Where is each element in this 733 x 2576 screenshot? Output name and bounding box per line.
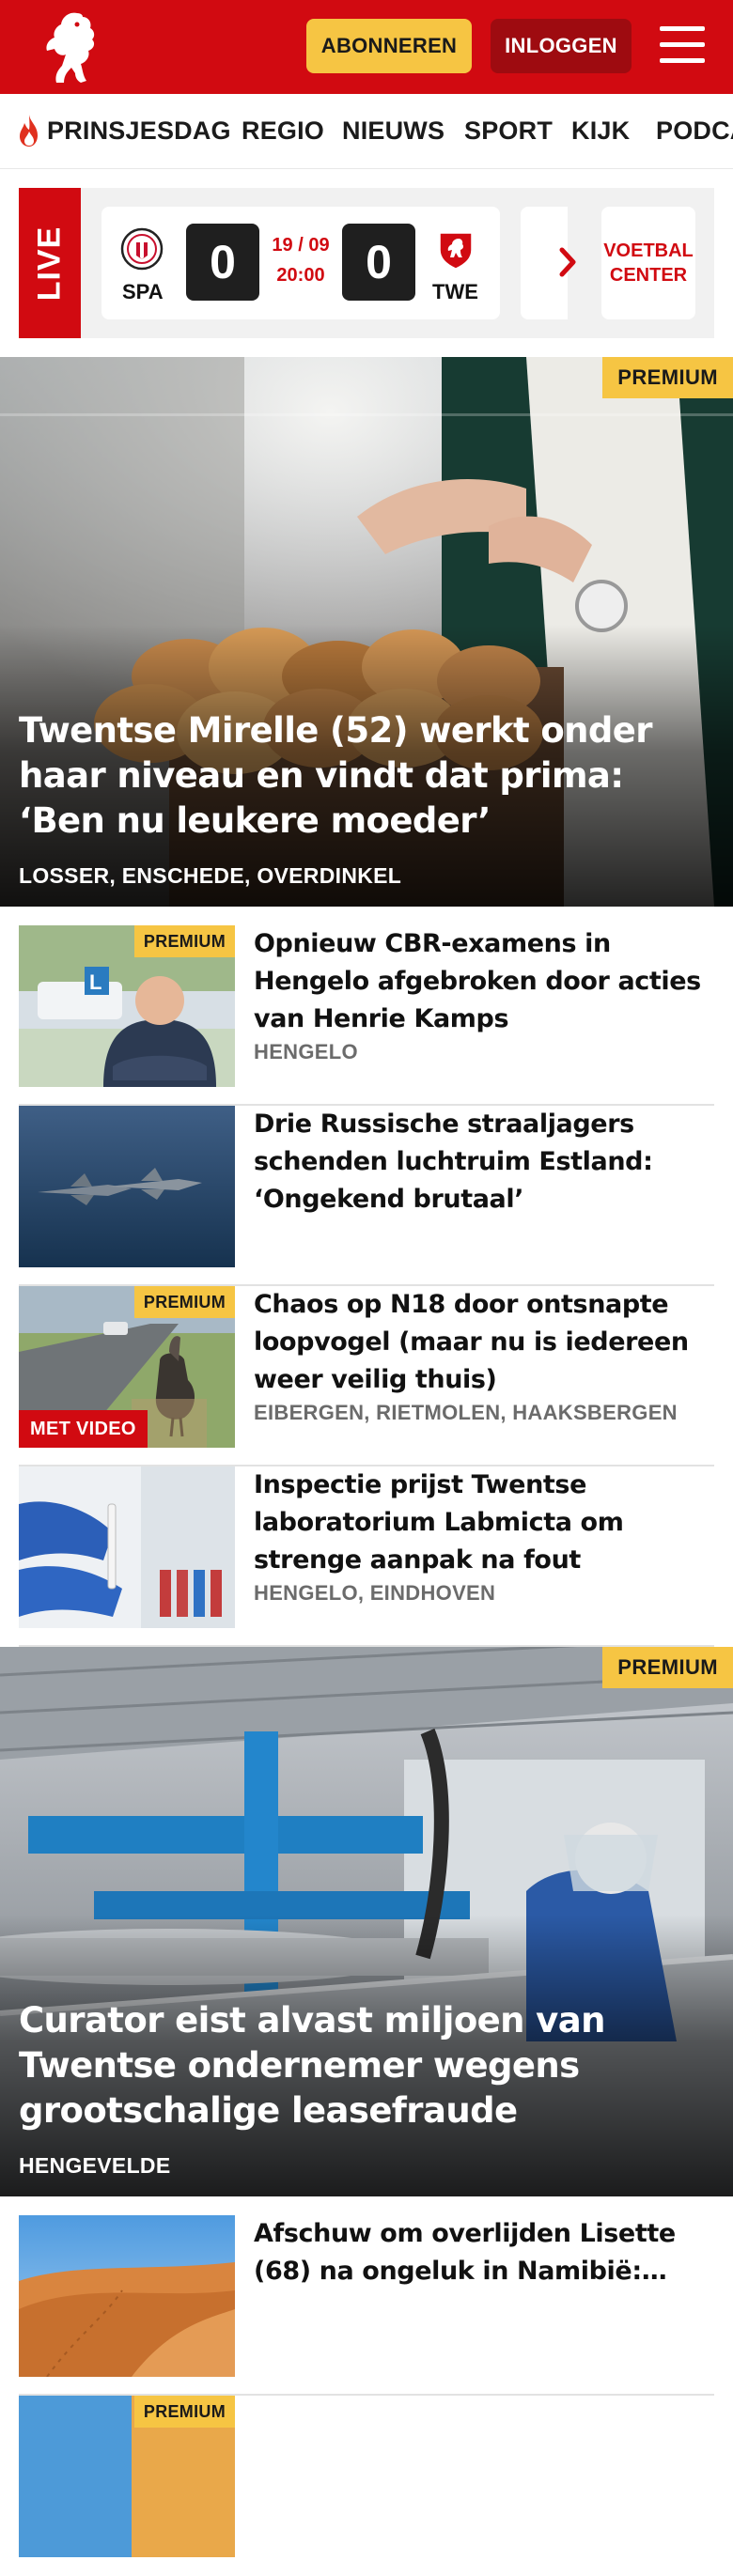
article-thumbnail: PREMIUM (19, 2396, 235, 2557)
nav-item-regio[interactable]: REGIO (242, 116, 324, 146)
voetbal-center-button[interactable]: VOETBAL CENTER (601, 207, 695, 319)
away-score: 0 (342, 224, 415, 301)
article-thumbnail: PREMIUM MET VIDEO (19, 1286, 235, 1448)
list-item[interactable]: Afschuw om overlijden Lisette (68) na on… (19, 2215, 714, 2396)
nav-item-kijk[interactable]: KIJK (571, 116, 630, 146)
match-time: 20:00 (276, 265, 325, 286)
top-bar: ABONNEREN INLOGGEN (0, 0, 733, 94)
nav-item-podcasts[interactable]: PODCASTS (656, 116, 733, 146)
premium-badge: PREMIUM (602, 1647, 733, 1688)
chevron-right-icon[interactable] (558, 246, 577, 278)
away-team-code: TWE (432, 280, 478, 303)
fc-twente-club-logo-icon (439, 232, 473, 270)
login-button[interactable]: INLOGGEN (491, 19, 632, 73)
tubantia-horse-logo-icon[interactable] (36, 8, 101, 86)
section-nav: PRINSJESDAG REGIO NIEUWS SPORT KIJK PODC… (0, 94, 733, 169)
article-location: EIBERGEN, RIETMOLEN, HAAKSBERGEN (254, 1401, 678, 1424)
sparta-club-logo-icon (120, 227, 164, 271)
article-title: Afschuw om overlijden Lisette (68) na on… (254, 2219, 676, 2286)
hero-location: LOSSER, ENSCHEDE, OVERDINKEL (19, 863, 402, 888)
nav-item-nieuws[interactable]: NIEUWS (342, 116, 444, 146)
subscribe-button[interactable]: ABONNEREN (306, 19, 472, 73)
article-location: HENGELO, EINDHOVEN (254, 1581, 496, 1605)
list-item[interactable]: PREMIUM (19, 2396, 714, 2576)
hero-title: Twentse Mirelle (52) werkt onder haar ni… (19, 710, 653, 841)
list-item[interactable]: Drie Russische straaljagers schenden luc… (19, 1106, 714, 1286)
hero-article-2[interactable]: PREMIUM Curator eist alvast miljoen van … (0, 1647, 733, 2196)
svg-text:L: L (89, 970, 101, 994)
premium-badge: PREMIUM (133, 925, 235, 957)
article-title: Chaos op N18 door ontsnapte loopvogel (m… (254, 1290, 689, 1394)
flame-icon (20, 115, 38, 147)
video-badge: MET VIDEO (19, 1410, 148, 1448)
hero-location: HENGEVELDE (19, 2153, 171, 2178)
nav-item-prinsjesdag[interactable]: PRINSJESDAG (47, 116, 231, 146)
hamburger-menu-icon[interactable] (656, 23, 709, 68)
article-title: Inspectie prijst Twentse laboratorium La… (254, 1470, 624, 1575)
article-thumbnail (19, 1106, 235, 1267)
premium-badge: PREMIUM (602, 357, 733, 398)
article-thumbnail (19, 1466, 235, 1628)
live-label: LIVE (19, 188, 81, 338)
match-date: 19 / 09 (272, 235, 330, 256)
live-scores-widget: LIVE SPA 0 19 / 09 20:00 0 TWE VOETBAL C… (19, 188, 714, 338)
article-title: Drie Russische straaljagers schenden luc… (254, 1110, 653, 1214)
premium-badge: PREMIUM (133, 2396, 235, 2428)
premium-badge: PREMIUM (133, 1286, 235, 1318)
article-location: HENGELO (254, 1040, 358, 1063)
home-score: 0 (186, 224, 259, 301)
hero-article-1[interactable]: PREMIUM Twentse Mirelle (52) werkt onder… (0, 357, 733, 907)
hero-title: Curator eist alvast miljoen van Twentse … (19, 2000, 605, 2131)
home-team-code: SPA (122, 280, 164, 303)
nav-item-sport[interactable]: SPORT (464, 116, 553, 146)
list-item[interactable]: Inspectie prijst Twentse laboratorium La… (19, 1466, 714, 1647)
list-item[interactable]: L PREMIUM Opnieuw CBR-examens in Hengelo… (19, 925, 714, 1106)
article-title: Opnieuw CBR-examens in Hengelo afgebroke… (254, 929, 701, 1033)
list-item[interactable]: PREMIUM MET VIDEO Chaos op N18 door onts… (19, 1286, 714, 1466)
match-card[interactable]: SPA 0 19 / 09 20:00 0 TWE (101, 207, 500, 319)
article-thumbnail: L PREMIUM (19, 925, 235, 1087)
article-thumbnail (19, 2215, 235, 2377)
